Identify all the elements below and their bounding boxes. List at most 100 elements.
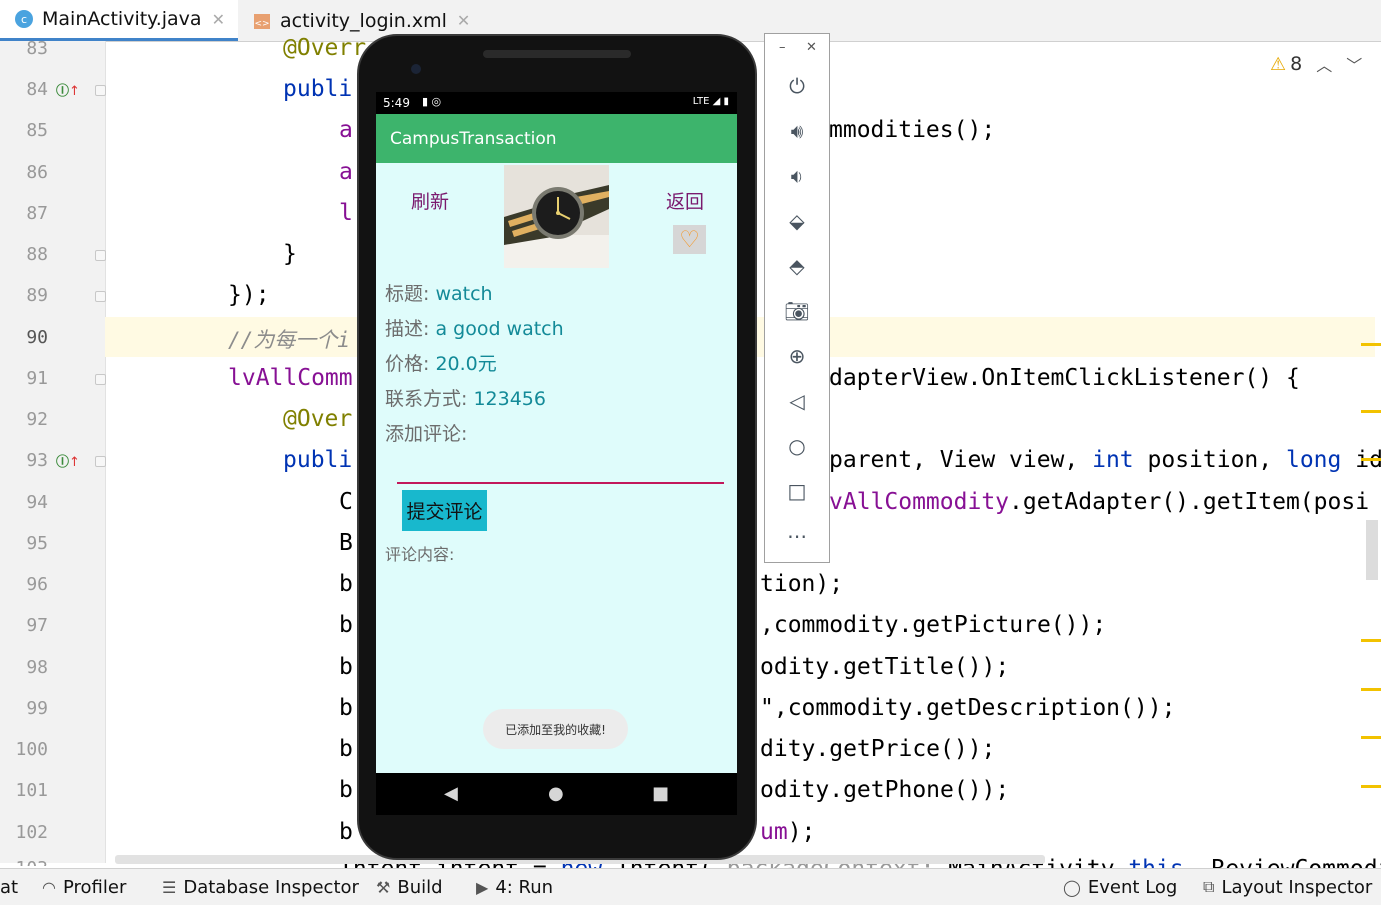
code-line[interactable]: l [339, 200, 353, 226]
fold-marker-icon[interactable] [95, 250, 106, 261]
code-keyword: int [1092, 447, 1134, 473]
code-line[interactable]: b [339, 695, 353, 721]
description-row: 描述: a good watch [385, 314, 564, 341]
code-line[interactable]: a [339, 117, 353, 143]
code-line[interactable]: b [339, 736, 353, 762]
code-line[interactable]: b [339, 571, 353, 597]
tool-window-partial[interactable]: at [0, 869, 18, 905]
warning-stripe[interactable] [1361, 785, 1381, 788]
warning-stripe[interactable] [1361, 736, 1381, 739]
java-class-icon: c [14, 9, 34, 29]
code-line[interactable]: b [339, 777, 353, 803]
warning-stripe[interactable] [1361, 343, 1381, 346]
rotate-right-icon[interactable]: ⬘ [782, 251, 812, 281]
line-number-current: 90 [26, 327, 48, 348]
close-icon[interactable]: ✕ [457, 11, 470, 30]
tool-window-bar: at ◠ Profiler ☰ Database Inspector ⚒ Build … [0, 868, 1381, 905]
nav-back-icon[interactable]: ◀ [444, 783, 458, 804]
layout-inspector-button[interactable]: ⧉ Layout Inspector [1203, 869, 1372, 905]
code-line[interactable]: um); [760, 819, 815, 845]
code-comment[interactable]: //为每一个i [228, 324, 350, 354]
line-number: 92 [26, 409, 48, 430]
close-icon[interactable]: ✕ [212, 10, 225, 29]
code-keyword: long [1285, 447, 1342, 473]
code-line[interactable]: odity.getPhone()); [760, 777, 1009, 803]
warning-stripe[interactable] [1361, 639, 1381, 642]
code-token: ); [787, 819, 816, 845]
refresh-button[interactable]: 刷新 [411, 187, 449, 214]
fold-marker-icon[interactable] [95, 291, 106, 302]
code-line[interactable]: ,commodity.getPicture()); [760, 612, 1106, 638]
build-button[interactable]: ⚒ Build [376, 869, 443, 905]
submit-comment-button[interactable]: 提交评论 [402, 490, 487, 531]
event-log-button[interactable]: ◯ Event Log [1063, 869, 1177, 905]
rotate-left-icon[interactable]: ⬙ [782, 206, 812, 236]
camera-icon[interactable]: 📷︎ [782, 296, 812, 326]
code-line[interactable]: a [339, 159, 353, 185]
code-line[interactable]: @Overr [283, 35, 366, 59]
code-line[interactable]: b [339, 654, 353, 680]
code-line[interactable]: publi [283, 76, 352, 102]
code-line[interactable]: } [283, 241, 297, 267]
code-line[interactable]: tion); [760, 571, 843, 597]
commodity-image [504, 165, 609, 268]
fold-marker-icon[interactable] [95, 456, 106, 467]
warning-stripe[interactable] [1361, 410, 1381, 413]
code-line[interactable]: vAllCommodity.getAdapter().getItem(posi [829, 489, 1381, 515]
database-inspector-button[interactable]: ☰ Database Inspector [162, 869, 359, 905]
close-icon[interactable]: ✕ [806, 40, 817, 55]
code-line[interactable]: odity.getTitle()); [760, 654, 1009, 680]
run-button[interactable]: ▶ 4: Run [476, 869, 553, 905]
code-line[interactable]: ",commodity.getDescription()); [760, 695, 1175, 721]
overview-icon[interactable]: □ [782, 476, 812, 506]
layout-inspector-icon: ⧉ [1203, 877, 1215, 896]
favorite-heart-icon[interactable]: ♡ [673, 225, 706, 254]
fold-marker-icon[interactable] [95, 85, 106, 96]
nav-home-icon[interactable]: ● [548, 783, 564, 804]
code-line[interactable]: mmodities(); [829, 117, 995, 143]
warning-stripe[interactable] [1361, 688, 1381, 691]
fold-marker-icon[interactable] [95, 374, 106, 385]
code-line[interactable]: b [339, 612, 353, 638]
code-line[interactable]: dapterView.OnItemClickListener() { [829, 365, 1300, 391]
more-icon[interactable]: ⋯ [782, 521, 812, 551]
volume-down-icon[interactable]: 🔉︎ [782, 161, 812, 191]
minimize-icon[interactable]: – [779, 40, 786, 55]
title-value: watch [435, 283, 493, 305]
chevron-up-icon[interactable]: ︿ [1316, 52, 1332, 76]
override-method-icon[interactable]: Ⓘ↑ [56, 80, 80, 99]
chevron-down-icon[interactable]: ﹀ [1346, 52, 1362, 76]
inspection-widget[interactable]: ⚠ 8 ︿ ﹀ [1270, 50, 1362, 78]
line-number: 86 [26, 162, 48, 183]
code-line[interactable]: C [339, 489, 353, 515]
code-line[interactable]: parent, View view, int position, long id [829, 447, 1381, 473]
line-number: 93 [26, 450, 48, 471]
back-icon[interactable]: ◁ [782, 386, 812, 416]
code-line[interactable]: @Over [283, 406, 352, 432]
code-line[interactable]: }); [228, 282, 270, 308]
power-icon[interactable]: ⏻ [782, 71, 812, 101]
profiler-button[interactable]: ◠ Profiler [42, 869, 126, 905]
back-button[interactable]: 返回 [666, 187, 704, 214]
override-method-icon[interactable]: Ⓘ↑ [56, 451, 80, 470]
tab-main-activity[interactable]: c MainActivity.java ✕ [0, 0, 238, 41]
code-line[interactable]: publi [283, 447, 352, 473]
line-number: 89 [26, 285, 48, 306]
network-label: LTE [692, 96, 710, 107]
nav-overview-icon[interactable]: ■ [652, 783, 669, 804]
code-line[interactable]: lvAllComm [228, 365, 353, 391]
code-line[interactable]: b [339, 819, 353, 845]
comment-input[interactable] [397, 482, 724, 484]
line-number: 83 [26, 38, 48, 59]
line-number: 103 [0, 858, 48, 866]
comment-content-label: 评论内容: [385, 545, 455, 564]
code-line[interactable]: dity.getPrice()); [760, 736, 995, 762]
zoom-icon[interactable]: ⊕ [782, 341, 812, 371]
database-icon: ☰ [162, 877, 177, 897]
vertical-scrollbar[interactable] [1366, 520, 1378, 580]
add-comment-label: 添加评论: [385, 423, 468, 445]
code-line[interactable]: B [339, 530, 353, 556]
warning-stripe[interactable] [1361, 458, 1381, 461]
home-icon[interactable]: ○ [782, 431, 812, 461]
volume-up-icon[interactable]: 🔊︎ [782, 116, 812, 146]
